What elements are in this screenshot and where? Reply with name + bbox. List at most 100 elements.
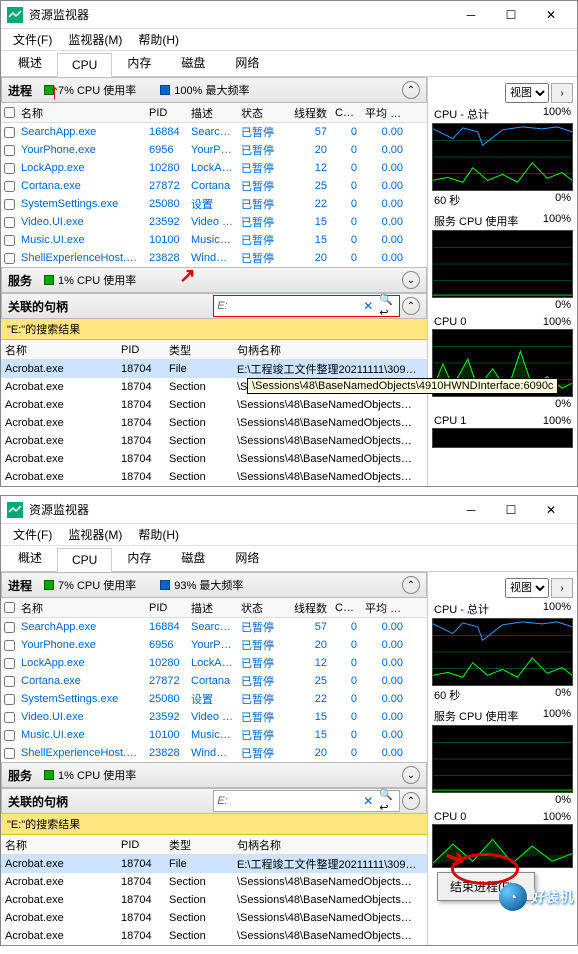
hcol-name[interactable]: 名称 [1, 342, 117, 358]
tab-memory[interactable]: 内存 [112, 544, 166, 571]
clear-search-icon[interactable]: ✕ [360, 299, 376, 313]
tab-memory[interactable]: 内存 [112, 49, 166, 76]
col-cpu[interactable]: CPU [331, 107, 361, 119]
process-row[interactable]: LockApp.exe10280 LockAp…已暂停 120 0.00 [1, 159, 427, 177]
process-row[interactable]: LockApp.exe10280 LockAp…已暂停 120 0.00 [1, 654, 427, 672]
handle-row[interactable]: Acrobat.exe18704 Section\Sessions\48\Bas… [1, 468, 427, 486]
handle-row[interactable]: Acrobat.exe18704 Section\Sessions\48\Bas… [1, 396, 427, 414]
row-checkbox[interactable] [4, 730, 15, 741]
select-all-checkbox[interactable] [4, 602, 15, 613]
col-avgcpu[interactable]: 平均 CPU [361, 105, 407, 121]
collapse-icon[interactable]: ⌃ [402, 576, 420, 594]
minimize-button[interactable]: ─ [451, 498, 491, 522]
process-row[interactable]: YourPhone.exe6956 YourPh…已暂停 200 0.00 [1, 636, 427, 654]
titlebar[interactable]: 资源监视器 ─ ☐ ✕ [1, 496, 577, 524]
tab-overview[interactable]: 概述 [3, 49, 57, 76]
row-checkbox[interactable] [4, 145, 15, 156]
process-row[interactable]: Cortana.exe27872 Cortana已暂停 250 0.00 [1, 672, 427, 690]
process-row[interactable]: SystemSettings.exe25080 设置已暂停 220 0.00 [1, 195, 427, 213]
handle-row[interactable]: Acrobat.exe18704 FileE:\工程竣工文件整理20211111… [1, 360, 427, 378]
row-checkbox[interactable] [4, 748, 15, 759]
row-checkbox[interactable] [4, 199, 15, 210]
tab-cpu[interactable]: CPU [57, 548, 112, 572]
row-checkbox[interactable] [4, 622, 15, 633]
hcol-handle[interactable]: 句柄名称 [233, 342, 427, 358]
tab-disk[interactable]: 磁盘 [166, 49, 220, 76]
view-dropdown[interactable]: 视图 [505, 83, 549, 103]
tab-overview[interactable]: 概述 [3, 544, 57, 571]
handle-row[interactable]: Acrobat.exe18704 Section\Sessions\48\Bas… [1, 414, 427, 432]
row-checkbox[interactable] [4, 127, 15, 138]
handle-row[interactable]: Acrobat.exe18704 Section\Sessions\48\Bas… [1, 891, 427, 909]
maximize-button[interactable]: ☐ [491, 498, 531, 522]
process-row[interactable]: SystemSettings.exe25080 设置已暂停 220 0.00 [1, 690, 427, 708]
processes-header[interactable]: 进程 7% CPU 使用率 93% 最大频率 ⌃ [1, 572, 427, 598]
process-row[interactable]: ShellExperienceHost.exe23828 Windo…已暂停 2… [1, 249, 427, 267]
col-status[interactable]: 状态 [237, 105, 283, 121]
process-row[interactable]: Cortana.exe27872 Cortana已暂停 250 0.00 [1, 177, 427, 195]
menu-help[interactable]: 帮助(H) [130, 526, 187, 543]
close-button[interactable]: ✕ [531, 3, 571, 27]
tab-network[interactable]: 网络 [220, 49, 274, 76]
process-row[interactable]: Music.UI.exe10100 Music…已暂停 150 0.00 [1, 231, 427, 249]
tab-cpu[interactable]: CPU [57, 53, 112, 77]
menu-monitor[interactable]: 监视器(M) [60, 526, 130, 543]
row-checkbox[interactable] [4, 163, 15, 174]
row-checkbox[interactable] [4, 676, 15, 687]
tab-disk[interactable]: 磁盘 [166, 544, 220, 571]
handle-row[interactable]: Acrobat.exe18704 Section\Sessions\48\Bas… [1, 909, 427, 927]
handle-row[interactable]: Acrobat.exe18704 Section\Sessions\48\Bas… [1, 927, 427, 945]
row-checkbox[interactable] [4, 181, 15, 192]
hcol-pid[interactable]: PID [117, 344, 165, 356]
handle-row[interactable]: Acrobat.exe18704 Section\Sessions\48\Bas… [1, 873, 427, 891]
col-name[interactable]: 名称 [17, 105, 145, 121]
expand-icon[interactable]: ⌄ [402, 766, 420, 784]
row-checkbox[interactable] [4, 694, 15, 705]
search-go-icon[interactable]: 🔍↩ [376, 293, 396, 319]
minimize-button[interactable]: ─ [451, 3, 491, 27]
processes-header[interactable]: 进程 7% CPU 使用率 100% 最大频率 ⌃ [1, 77, 427, 103]
menu-file[interactable]: 文件(F) [5, 526, 60, 543]
services-header[interactable]: 服务 1% CPU 使用率 ⌄ [1, 762, 427, 788]
process-row[interactable]: Music.UI.exe10100 Music…已暂停 150 0.00 [1, 726, 427, 744]
col-desc[interactable]: 描述 [187, 105, 237, 121]
maximize-button[interactable]: ☐ [491, 3, 531, 27]
process-row[interactable]: SearchApp.exe16884 Search…已暂停 570 0.00 [1, 123, 427, 141]
clear-search-icon[interactable]: ✕ [360, 794, 376, 808]
process-row[interactable]: YourPhone.exe6956 YourPh…已暂停 200 0.00 [1, 141, 427, 159]
view-dropdown[interactable]: 视图 [505, 578, 549, 598]
row-checkbox[interactable] [4, 253, 15, 264]
hcol-type[interactable]: 类型 [165, 342, 233, 358]
menu-help[interactable]: 帮助(H) [130, 31, 187, 48]
handle-row[interactable]: Acrobat.exe18704 FileE:\工程竣工文件整理20211111… [1, 855, 427, 873]
process-row[interactable]: Video.UI.exe23592 Video …已暂停 150 0.00 [1, 708, 427, 726]
services-header[interactable]: 服务 1% CPU 使用率 ⌄ [1, 267, 427, 293]
row-checkbox[interactable] [4, 235, 15, 246]
close-button[interactable]: ✕ [531, 498, 571, 522]
col-threads[interactable]: 线程数 [283, 105, 331, 121]
handles-search-input[interactable] [217, 300, 360, 312]
side-chevron-icon[interactable]: › [551, 578, 573, 598]
row-checkbox[interactable] [4, 640, 15, 651]
process-row[interactable]: SearchApp.exe16884 Search…已暂停 570 0.00 [1, 618, 427, 636]
handle-row[interactable]: Acrobat.exe18704 Section\Sessions\48\Bas… [1, 450, 427, 468]
collapse-icon[interactable]: ⌃ [402, 297, 420, 315]
row-checkbox[interactable] [4, 712, 15, 723]
handles-header[interactable]: 关联的句柄 ✕ 🔍↩ ⌃ [1, 293, 427, 319]
select-all-checkbox[interactable] [4, 107, 15, 118]
row-checkbox[interactable] [4, 217, 15, 228]
menu-monitor[interactable]: 监视器(M) [60, 31, 130, 48]
search-go-icon[interactable]: 🔍↩ [376, 788, 396, 814]
tab-network[interactable]: 网络 [220, 544, 274, 571]
handle-row[interactable]: Acrobat.exe18704 Section\Sessions\48\Bas… [1, 432, 427, 450]
row-checkbox[interactable] [4, 658, 15, 669]
side-chevron-icon[interactable]: › [551, 83, 573, 103]
titlebar[interactable]: 资源监视器 ─ ☐ ✕ [1, 1, 577, 29]
process-row[interactable]: Video.UI.exe23592 Video …已暂停 150 0.00 [1, 213, 427, 231]
handles-header[interactable]: 关联的句柄 ✕ 🔍↩ ⌃ [1, 788, 427, 814]
process-row[interactable]: ShellExperienceHost.exe23828 Windo…已暂停 2… [1, 744, 427, 762]
expand-icon[interactable]: ⌄ [402, 271, 420, 289]
handles-search-input[interactable] [217, 795, 360, 807]
collapse-icon[interactable]: ⌃ [402, 792, 420, 810]
menu-file[interactable]: 文件(F) [5, 31, 60, 48]
